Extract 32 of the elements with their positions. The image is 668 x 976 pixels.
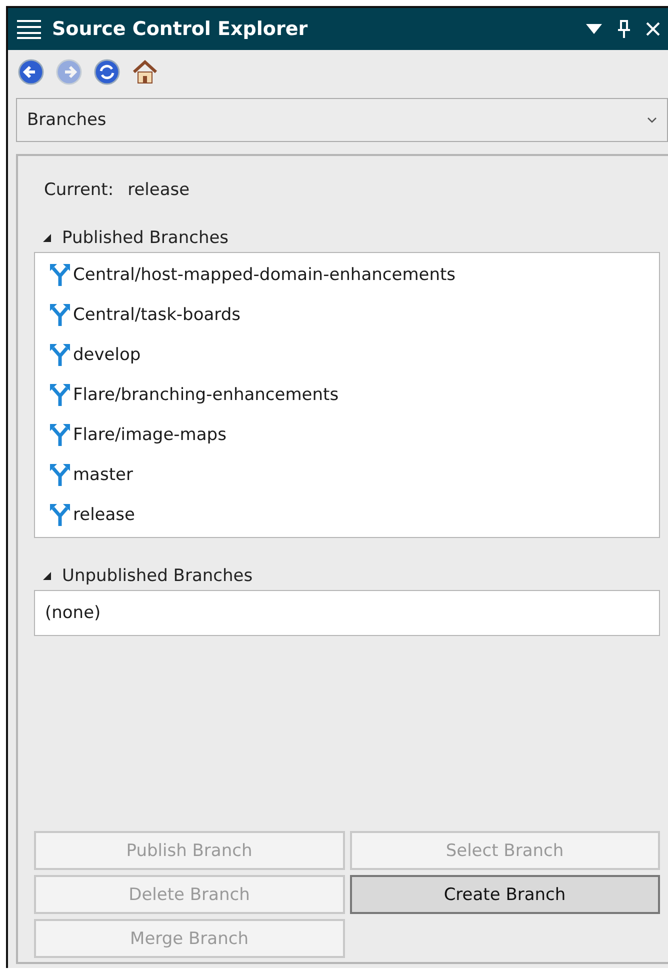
empty-text: (none): [44, 602, 102, 625]
refresh-icon[interactable]: [94, 59, 120, 85]
current-label: Current:: [44, 180, 114, 200]
view-dropdown[interactable]: Branches: [16, 98, 668, 142]
branch-icon: [49, 503, 71, 527]
menu-icon[interactable]: [16, 19, 42, 39]
branch-icon: [49, 303, 71, 327]
branch-icon: [49, 383, 71, 407]
current-branch: release: [128, 180, 190, 200]
pin-icon[interactable]: [618, 20, 630, 38]
close-icon[interactable]: [646, 22, 660, 36]
branch-button[interactable]: Create Branch: [350, 875, 660, 914]
branch-item[interactable]: Central/task-boards: [35, 295, 659, 335]
expander-icon: [42, 571, 52, 581]
branch-icon: [49, 463, 71, 487]
branch-item[interactable]: develop: [35, 335, 659, 375]
section-header[interactable]: Published Branches: [42, 228, 660, 248]
branch-icon: [49, 423, 71, 447]
branch-item[interactable]: Flare/branching-enhancements: [35, 375, 659, 415]
section-header[interactable]: Unpublished Branches: [42, 566, 660, 586]
branch-item[interactable]: Flare/image-maps: [35, 415, 659, 455]
expander-icon: [42, 233, 52, 243]
branch-item[interactable]: Central/host-mapped-domain-enhancements: [35, 255, 659, 295]
branch-item[interactable]: master: [35, 455, 659, 495]
window-title: Source Control Explorer: [52, 18, 308, 40]
dropdown-icon[interactable]: [586, 24, 602, 34]
back-icon[interactable]: [18, 59, 44, 85]
branch-icon: [49, 263, 71, 287]
branch-item[interactable]: release: [35, 495, 659, 535]
home-icon[interactable]: [132, 60, 158, 84]
chevron-icon: [647, 117, 657, 123]
branch-icon: [49, 343, 71, 367]
